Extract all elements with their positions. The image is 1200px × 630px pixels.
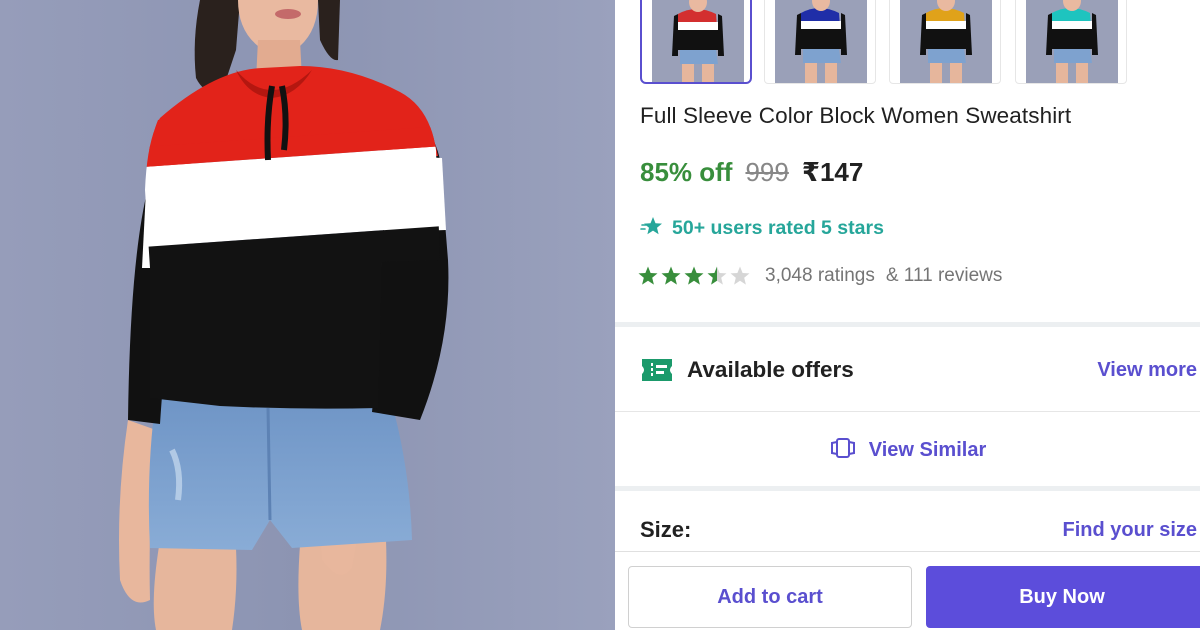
star-empty-icon bbox=[730, 266, 750, 285]
buy-now-button[interactable]: Buy Now bbox=[926, 566, 1200, 628]
size-label: Size: bbox=[640, 517, 692, 542]
product-details-panel: Full Sleeve Color Block Women Sweatshirt… bbox=[615, 0, 1200, 630]
thumbnail-1[interactable] bbox=[640, 0, 752, 84]
thumbnail-image bbox=[900, 0, 992, 83]
star-full-icon bbox=[684, 266, 704, 285]
ratings-summary[interactable]: 3,048 ratings & 111 reviews bbox=[637, 265, 1002, 287]
thumbnail-4[interactable] bbox=[1015, 0, 1127, 84]
view-similar-icon bbox=[829, 437, 857, 464]
star-rating bbox=[637, 265, 751, 287]
reviews-count: & 111 reviews bbox=[885, 265, 1003, 286]
sparkle-star-icon bbox=[640, 215, 664, 242]
star-full-icon bbox=[638, 266, 658, 285]
section-divider bbox=[615, 322, 1200, 327]
view-similar-button[interactable]: View Similar bbox=[615, 414, 1200, 486]
size-selector-header: Size: Find your size bbox=[615, 493, 1200, 553]
ratings-count: 3,048 ratings bbox=[765, 265, 875, 286]
thumbnail-3[interactable] bbox=[889, 0, 1001, 84]
rating-highlight-text: 50+ users rated 5 stars bbox=[672, 217, 884, 239]
view-similar-label: View Similar bbox=[868, 438, 987, 461]
row-divider bbox=[615, 411, 1200, 412]
star-half-icon bbox=[707, 266, 727, 285]
available-offers-label: Available offers bbox=[687, 357, 854, 382]
add-to-cart-button[interactable]: Add to cart bbox=[628, 566, 912, 628]
rating-highlight: 50+ users rated 5 stars bbox=[640, 215, 884, 242]
price-row: 85% off 999 ₹147 bbox=[640, 157, 863, 188]
product-main-image[interactable] bbox=[0, 0, 615, 630]
product-photo-illustration bbox=[0, 0, 615, 630]
thumbnail-image bbox=[652, 0, 744, 82]
product-title: Full Sleeve Color Block Women Sweatshirt bbox=[640, 103, 1072, 128]
thumbnail-2[interactable] bbox=[764, 0, 876, 84]
selling-price: ₹147 bbox=[801, 157, 864, 187]
section-divider bbox=[615, 486, 1200, 491]
discount-percent: 85% off bbox=[640, 157, 733, 187]
original-price: 999 bbox=[745, 157, 789, 187]
find-your-size-link[interactable]: Find your size bbox=[1063, 519, 1197, 542]
ticket-icon bbox=[640, 356, 674, 389]
bottom-action-bar: Add to cart Buy Now bbox=[615, 551, 1200, 630]
thumbnail-image bbox=[1026, 0, 1118, 83]
thumbnail-image bbox=[775, 0, 867, 83]
view-more-offers-link[interactable]: View more bbox=[1097, 359, 1197, 382]
star-full-icon bbox=[661, 266, 681, 285]
available-offers-row[interactable]: Available offers View more bbox=[615, 332, 1200, 410]
